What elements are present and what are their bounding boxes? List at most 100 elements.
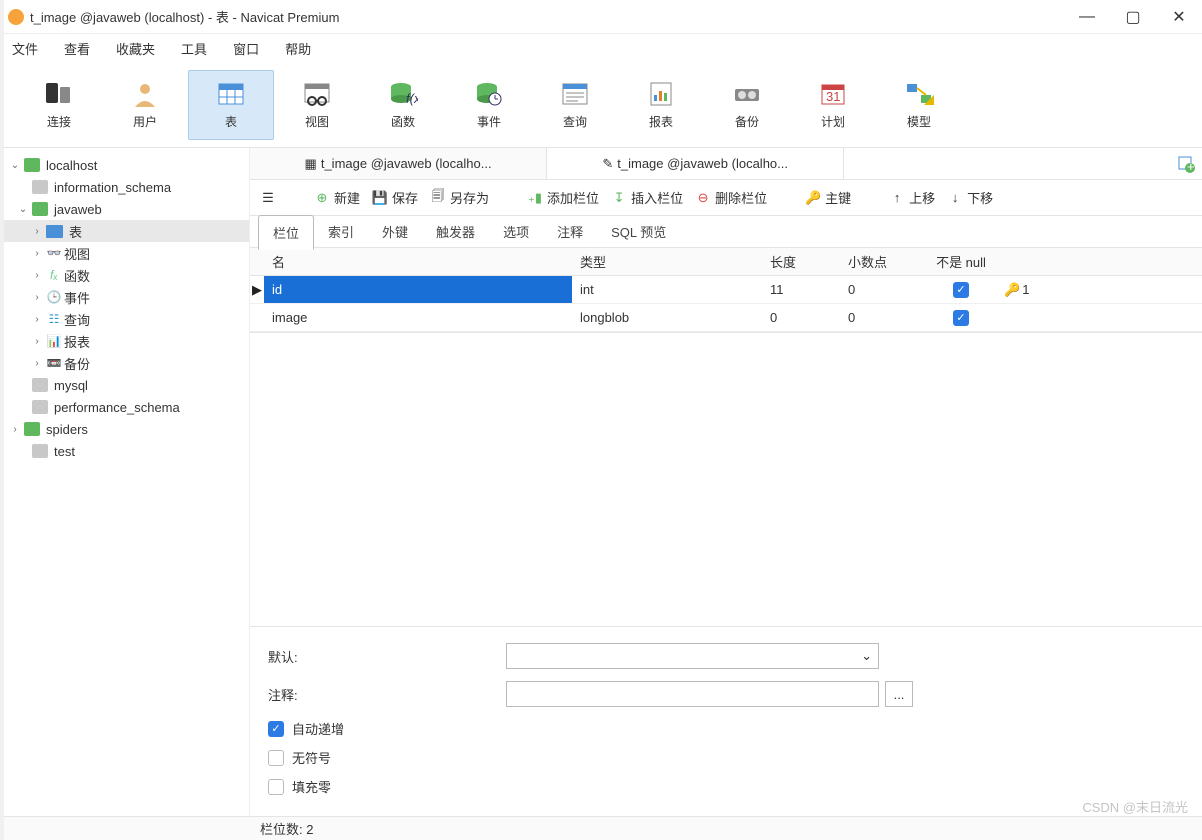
subtab-sql[interactable]: SQL 预览 <box>597 215 680 248</box>
pkey-button[interactable]: 🔑主键 <box>805 188 851 207</box>
col-header-nn[interactable]: 不是 null <box>918 252 996 271</box>
connection-tree[interactable]: ⌄localhost information_schema ⌄javaweb ›… <box>0 148 250 816</box>
node-functions[interactable]: ›fₓ函数 <box>0 264 249 286</box>
node-perf-schema[interactable]: performance_schema <box>0 396 249 418</box>
notnull-checkbox[interactable]: ✓ <box>953 310 969 326</box>
db-icon <box>32 444 48 458</box>
table-row[interactable]: image longblob 0 0 ✓ <box>250 304 1202 332</box>
row-marker-icon: ▶ <box>250 282 264 298</box>
sub-tabs: 栏位 索引 外键 触发器 选项 注释 SQL 预览 <box>250 216 1202 248</box>
status-text: 栏位数: 2 <box>260 819 313 838</box>
backup-icon: 📼 <box>46 356 62 370</box>
menu-file[interactable]: 文件 <box>12 39 38 58</box>
menubar: 文件 查看 收藏夹 工具 窗口 帮助 <box>0 34 1202 62</box>
save-button[interactable]: 💾保存 <box>372 188 418 207</box>
event-icon: 🕒 <box>46 290 62 304</box>
default-select[interactable]: ⌄ <box>506 643 879 669</box>
db-icon <box>32 400 48 414</box>
zerofill-checkbox[interactable] <box>268 779 284 795</box>
server-icon <box>24 158 40 172</box>
chevron-down-icon: ⌄ <box>861 648 872 664</box>
tb-backup[interactable]: 备份 <box>704 70 790 140</box>
app-icon <box>8 9 24 25</box>
node-tables[interactable]: ›表 <box>0 220 249 242</box>
node-queries[interactable]: ›☷查询 <box>0 308 249 330</box>
notnull-checkbox[interactable]: ✓ <box>953 282 969 298</box>
col-header-dec[interactable]: 小数点 <box>840 252 918 271</box>
editor-tabs: ▦t_image @javaweb (localho... ✎t_image @… <box>250 148 1202 180</box>
subtab-options[interactable]: 选项 <box>489 215 543 248</box>
table-icon <box>46 225 63 238</box>
tb-connect[interactable]: 连接 <box>16 70 102 140</box>
menu-tools[interactable]: 工具 <box>181 39 207 58</box>
design-icon: ✎ <box>602 156 613 172</box>
node-javaweb[interactable]: ⌄javaweb <box>0 198 249 220</box>
up-button[interactable]: ↑上移 <box>889 188 935 207</box>
delete-col-button[interactable]: ⊖删除栏位 <box>695 188 767 207</box>
comment-more-button[interactable]: ... <box>885 681 913 707</box>
menu-help[interactable]: 帮助 <box>285 39 311 58</box>
col-header-type[interactable]: 类型 <box>572 252 762 271</box>
db-icon <box>32 378 48 392</box>
node-spiders[interactable]: ›spiders <box>0 418 249 440</box>
subtab-columns[interactable]: 栏位 <box>258 215 314 250</box>
node-backups[interactable]: ›📼备份 <box>0 352 249 374</box>
tb-user[interactable]: 用户 <box>102 70 188 140</box>
query-icon: ☷ <box>46 312 62 326</box>
node-events[interactable]: ›🕒事件 <box>0 286 249 308</box>
tb-table[interactable]: 表 <box>188 70 274 140</box>
minimize-button[interactable]: — <box>1064 0 1110 34</box>
menu-view[interactable]: 查看 <box>64 39 90 58</box>
menu-button[interactable]: ☰ <box>260 190 276 206</box>
comment-input[interactable] <box>506 681 879 707</box>
tb-function[interactable]: f(x)函数 <box>360 70 446 140</box>
table-icon: ▦ <box>305 156 317 172</box>
autoinc-checkbox[interactable]: ✓ <box>268 721 284 737</box>
table-row[interactable]: ▶ id int 11 0 ✓ 🔑1 <box>250 276 1202 304</box>
watermark: CSDN @末日流光 <box>1082 797 1188 816</box>
down-button[interactable]: ↓下移 <box>947 188 993 207</box>
add-col-button[interactable]: ₊▮添加栏位 <box>527 188 599 207</box>
views-icon: 👓 <box>46 246 62 260</box>
subtab-triggers[interactable]: 触发器 <box>422 215 489 248</box>
comment-label: 注释: <box>268 685 506 704</box>
menu-favorites[interactable]: 收藏夹 <box>116 39 155 58</box>
tb-views[interactable]: 视图 <box>274 70 360 140</box>
node-views[interactable]: ›👓视图 <box>0 242 249 264</box>
svg-text:f(x): f(x) <box>406 91 418 106</box>
tab-t-image-2[interactable]: ✎t_image @javaweb (localho... <box>547 148 844 179</box>
node-reports[interactable]: ›📊报表 <box>0 330 249 352</box>
add-tab-button[interactable]: + <box>1170 148 1202 179</box>
tb-event[interactable]: 事件 <box>446 70 532 140</box>
col-header-len[interactable]: 长度 <box>762 252 840 271</box>
status-bar: 栏位数: 2 <box>0 816 1202 840</box>
db-icon <box>32 180 48 194</box>
col-header-name[interactable]: 名 <box>264 252 572 271</box>
node-mysql[interactable]: mysql <box>0 374 249 396</box>
tb-report[interactable]: 报表 <box>618 70 704 140</box>
db-icon <box>32 202 48 216</box>
report-icon: 📊 <box>46 334 62 348</box>
key-icon: 🔑 <box>1004 282 1020 298</box>
tb-schedule[interactable]: 31计划 <box>790 70 876 140</box>
menu-window[interactable]: 窗口 <box>233 39 259 58</box>
tb-query[interactable]: 查询 <box>532 70 618 140</box>
func-icon: fₓ <box>46 268 62 282</box>
column-properties: 默认: ⌄ 注释: ... ✓自动递增 无符号 填充零 <box>250 626 1202 816</box>
tb-model[interactable]: 模型 <box>876 70 962 140</box>
tab-t-image-1[interactable]: ▦t_image @javaweb (localho... <box>250 148 547 179</box>
server-icon <box>24 422 40 436</box>
subtab-indexes[interactable]: 索引 <box>314 215 368 248</box>
unsigned-checkbox[interactable] <box>268 750 284 766</box>
columns-grid[interactable]: 名 类型 长度 小数点 不是 null ▶ id int 11 0 ✓ 🔑1 i… <box>250 248 1202 333</box>
close-button[interactable]: ✕ <box>1156 0 1202 34</box>
subtab-fk[interactable]: 外键 <box>368 215 422 248</box>
node-info-schema[interactable]: information_schema <box>0 176 249 198</box>
saveas-button[interactable]: 🗐另存为 <box>430 188 489 207</box>
maximize-button[interactable]: ▢ <box>1110 0 1156 34</box>
insert-col-button[interactable]: ↧插入栏位 <box>611 188 683 207</box>
subtab-comment[interactable]: 注释 <box>543 215 597 248</box>
new-button[interactable]: ⊕新建 <box>314 188 360 207</box>
node-test[interactable]: test <box>0 440 249 462</box>
node-localhost[interactable]: ⌄localhost <box>0 154 249 176</box>
